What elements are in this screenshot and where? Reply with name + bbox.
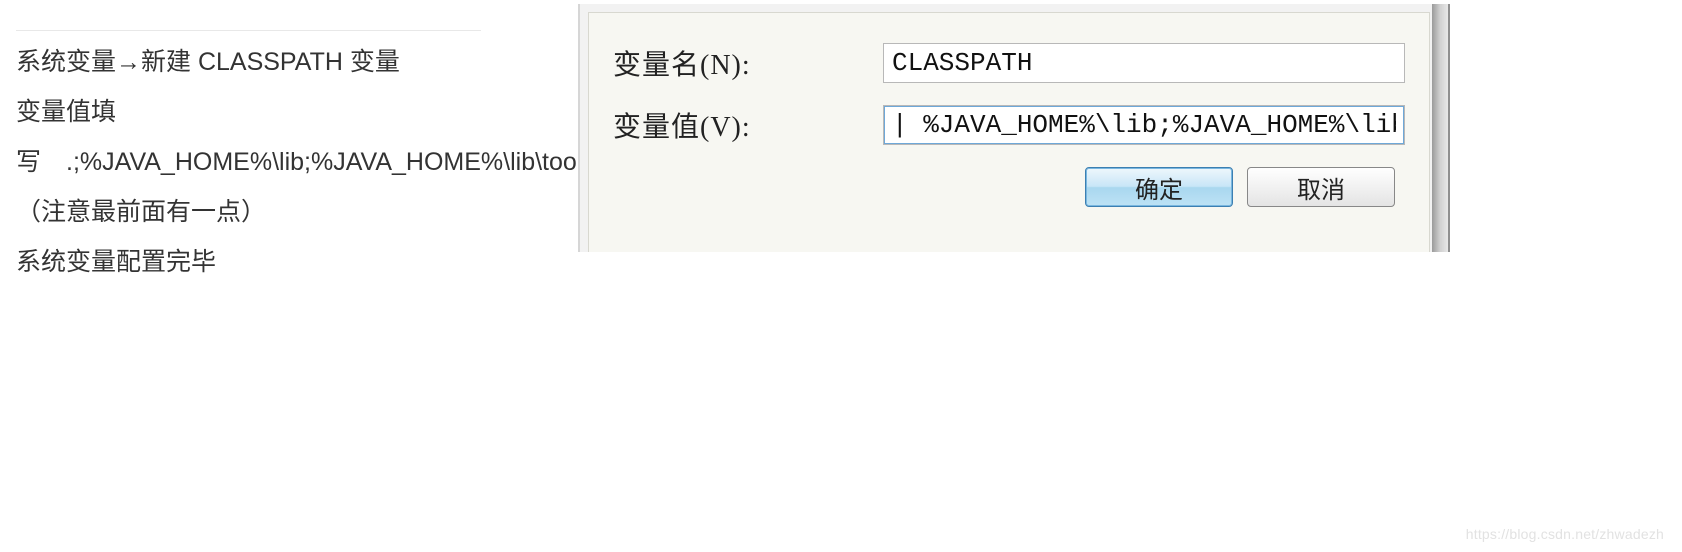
dialog-button-row: 确定 取消 xyxy=(613,167,1405,207)
cancel-button[interactable]: 取消 xyxy=(1247,167,1395,207)
variable-value-row: 变量值(V): xyxy=(613,105,1405,145)
dialog-right-gutter xyxy=(1432,4,1448,252)
variable-name-row: 变量名(N): xyxy=(613,43,1405,83)
dialog-inner-panel: 变量名(N): 变量值(V): 确定 取消 xyxy=(588,12,1430,252)
variable-name-label: 变量名(N): xyxy=(613,43,883,83)
variable-name-input[interactable] xyxy=(883,43,1405,83)
variable-value-label: 变量值(V): xyxy=(613,105,883,145)
watermark-text: https://blog.csdn.net/zhwadezh xyxy=(1466,526,1664,542)
variable-value-input[interactable] xyxy=(883,105,1405,145)
instruction-text: 系统变量→新建 CLASSPATH 变量 变量值填写 .;%JAVA_HOME%… xyxy=(16,30,481,287)
instruction-line-3: 系统变量配置完毕 xyxy=(16,248,216,276)
dialog-outer-frame: 变量名(N): 变量值(V): 确定 取消 xyxy=(578,4,1450,252)
ok-button[interactable]: 确定 xyxy=(1085,167,1233,207)
env-variable-dialog: 变量名(N): 变量值(V): 确定 取消 xyxy=(578,4,1450,252)
instruction-line-1: 系统变量→新建 CLASSPATH 变量 xyxy=(16,48,400,76)
instruction-line-2: 变量值填写 .;%JAVA_HOME%\lib;%JAVA_HOME%\lib\… xyxy=(16,98,630,226)
